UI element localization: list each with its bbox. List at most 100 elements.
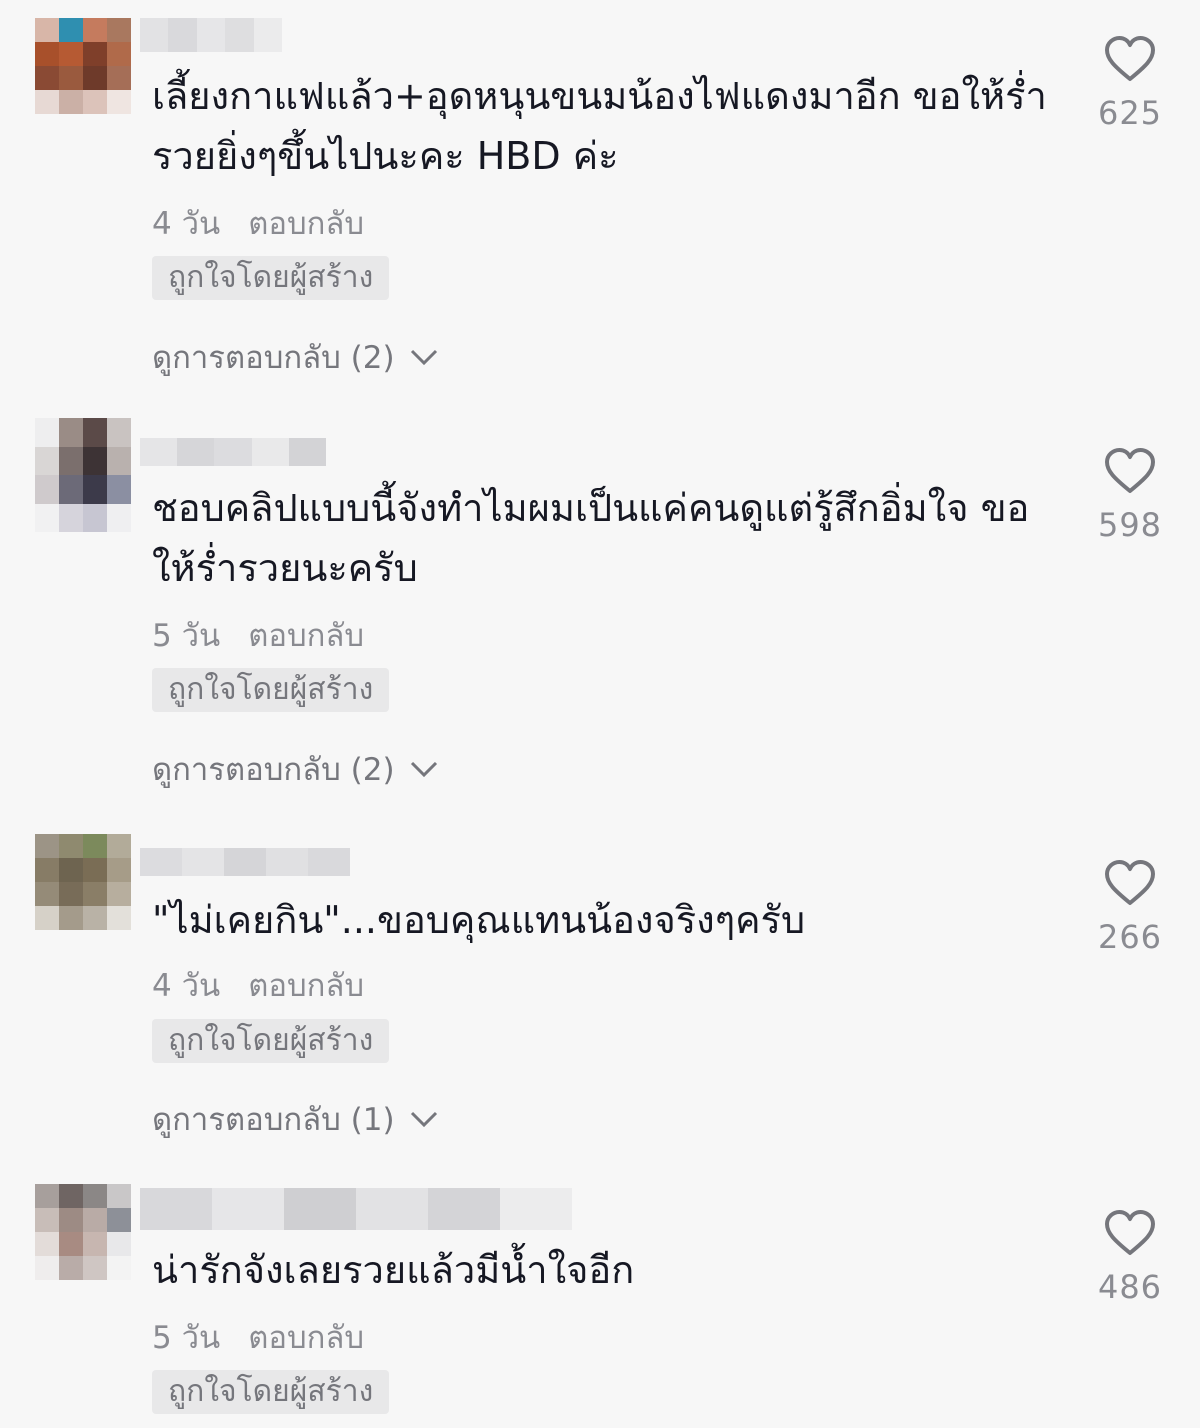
view-replies-label: ดูการตอบกลับ (2): [152, 752, 395, 788]
like-button[interactable]: 486: [1088, 1210, 1172, 1306]
username[interactable]: [140, 438, 327, 466]
avatar-pixel: [107, 906, 131, 930]
username[interactable]: [140, 18, 283, 52]
avatar-pixel: [83, 1232, 107, 1256]
avatar[interactable]: [35, 1184, 131, 1280]
avatar-pixel: [59, 475, 83, 504]
avatar-pixel: [83, 475, 107, 504]
view-replies-button[interactable]: ดูการตอบกลับ (2): [152, 332, 439, 382]
username-pixel: [251, 438, 289, 466]
avatar-pixel: [35, 834, 59, 858]
avatar-pixel: [107, 446, 131, 475]
avatar-pixel: [59, 42, 83, 66]
avatar-pixel: [59, 503, 83, 532]
avatar[interactable]: [35, 834, 131, 930]
username-pixel: [266, 848, 308, 876]
avatar-pixel: [59, 858, 83, 882]
avatar[interactable]: [35, 18, 131, 114]
avatar[interactable]: [35, 418, 131, 532]
like-count: 266: [1097, 918, 1163, 956]
avatar-pixel: [59, 1208, 83, 1232]
avatar-pixel: [83, 18, 107, 42]
avatar-pixel: [35, 1232, 59, 1256]
avatar-pixel: [35, 418, 59, 447]
view-replies-label: ดูการตอบกลับ (1): [152, 1102, 395, 1138]
view-replies-label: ดูการตอบกลับ (2): [152, 340, 395, 376]
avatar-pixel: [83, 42, 107, 66]
heart-icon: [1105, 1210, 1155, 1255]
username-pixel: [212, 1188, 284, 1230]
avatar-pixel: [83, 1208, 107, 1232]
reply-button[interactable]: ตอบกลับ: [248, 198, 364, 248]
comment-time: 4 วัน: [152, 206, 221, 242]
avatar-pixel: [35, 42, 59, 66]
username[interactable]: [140, 848, 350, 876]
username-pixel: [284, 1188, 356, 1230]
avatar-pixel: [83, 90, 107, 114]
avatar-pixel: [35, 475, 59, 504]
like-count: 598: [1097, 506, 1163, 544]
username-pixel: [182, 848, 224, 876]
avatar-pixel: [83, 882, 107, 906]
avatar-pixel: [35, 1208, 59, 1232]
username-pixel: [140, 438, 178, 466]
avatar-pixel: [107, 1184, 131, 1208]
avatar-pixel: [83, 906, 107, 930]
avatar-pixel: [107, 1232, 131, 1256]
avatar-pixel: [83, 503, 107, 532]
username-pixel: [140, 18, 169, 52]
comment-time: 5 วัน: [152, 1320, 221, 1356]
username-pixel: [308, 848, 350, 876]
reply-button[interactable]: ตอบกลับ: [248, 960, 364, 1010]
avatar-pixel: [107, 418, 131, 447]
avatar-pixel: [35, 90, 59, 114]
username-pixel: [428, 1188, 500, 1230]
avatar-pixel: [83, 858, 107, 882]
username-pixel: [253, 18, 283, 52]
avatar-pixel: [59, 1232, 83, 1256]
avatar-pixel: [35, 1256, 59, 1280]
comment-meta: 5 วัน ตอบกลับ: [152, 610, 364, 660]
username-pixel: [225, 18, 254, 52]
comment-text: น่ารักจังเลยรวยแล้วมีน้ำใจอีก: [152, 1248, 635, 1292]
comment-meta: 4 วัน ตอบกลับ: [152, 960, 364, 1010]
avatar-pixel: [83, 418, 107, 447]
username-pixel: [500, 1188, 572, 1230]
avatar-pixel: [107, 858, 131, 882]
liked-by-creator-badge: ถูกใจโดยผู้สร้าง: [152, 1370, 390, 1414]
like-count: 625: [1097, 94, 1163, 132]
avatar-pixel: [59, 906, 83, 930]
avatar-pixel: [59, 1184, 83, 1208]
avatar-pixel: [59, 418, 83, 447]
like-button[interactable]: 598: [1088, 448, 1172, 544]
reply-button[interactable]: ตอบกลับ: [248, 610, 364, 660]
reply-button[interactable]: ตอบกลับ: [248, 1312, 364, 1362]
liked-by-creator-badge: ถูกใจโดยผู้สร้าง: [152, 668, 390, 712]
avatar-pixel: [107, 1256, 131, 1280]
avatar-pixel: [107, 90, 131, 114]
username-pixel: [224, 848, 266, 876]
avatar-pixel: [107, 882, 131, 906]
avatar-pixel: [59, 66, 83, 90]
comment-time: 4 วัน: [152, 968, 221, 1004]
chevron-down-icon: [410, 349, 437, 366]
avatar-pixel: [107, 18, 131, 42]
avatar-pixel: [59, 1256, 83, 1280]
username-pixel: [140, 848, 182, 876]
like-button[interactable]: 625: [1088, 36, 1172, 132]
like-button[interactable]: 266: [1088, 860, 1172, 956]
username-pixel: [168, 18, 197, 52]
username[interactable]: [140, 1188, 572, 1230]
avatar-pixel: [35, 906, 59, 930]
avatar-pixel: [107, 834, 131, 858]
view-replies-button[interactable]: ดูการตอบกลับ (2): [152, 744, 439, 794]
avatar-pixel: [35, 503, 59, 532]
username-pixel: [140, 1188, 212, 1230]
comment-text: "ไม่เคยกิน"...ขอบคุณแทนน้องจริงๆครับ: [152, 898, 806, 942]
username-pixel: [288, 438, 327, 466]
avatar-pixel: [107, 42, 131, 66]
avatar-pixel: [35, 66, 59, 90]
view-replies-button[interactable]: ดูการตอบกลับ (1): [152, 1094, 439, 1144]
username-pixel: [356, 1188, 428, 1230]
liked-by-creator-badge: ถูกใจโดยผู้สร้าง: [152, 256, 390, 300]
